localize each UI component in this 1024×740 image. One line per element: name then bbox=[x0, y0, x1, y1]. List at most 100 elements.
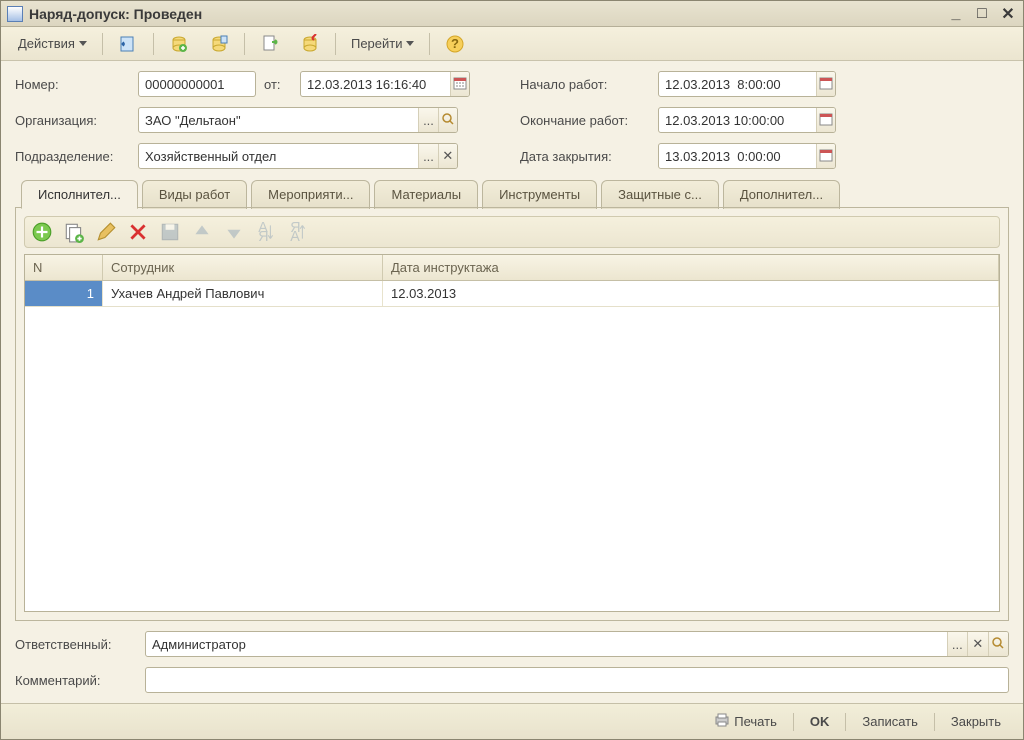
calendar-icon bbox=[819, 148, 833, 165]
org-input[interactable] bbox=[139, 108, 418, 132]
number-label: Номер: bbox=[15, 77, 130, 92]
tab-performers[interactable]: Исполнител... bbox=[21, 180, 138, 209]
tab-events[interactable]: Мероприяти... bbox=[251, 180, 370, 209]
footer: Печать OK Записать Закрыть bbox=[1, 703, 1023, 739]
tab-additional[interactable]: Дополнител... bbox=[723, 180, 840, 209]
calendar-icon bbox=[819, 112, 833, 129]
chevron-down-icon bbox=[406, 41, 414, 46]
tab-instruments[interactable]: Инструменты bbox=[482, 180, 597, 209]
cylinder-green-icon bbox=[169, 34, 189, 54]
select-button[interactable]: ... bbox=[947, 632, 967, 656]
number-field[interactable] bbox=[138, 71, 256, 97]
window: Наряд-допуск: Проведен _ □ ✕ Действия Пе… bbox=[0, 0, 1024, 740]
responsible-input[interactable] bbox=[146, 632, 947, 656]
calendar-button[interactable] bbox=[816, 108, 836, 132]
ok-button[interactable]: OK bbox=[800, 710, 840, 733]
select-button[interactable]: ... bbox=[418, 108, 437, 132]
end-input[interactable] bbox=[659, 108, 816, 132]
dept-input[interactable] bbox=[139, 144, 418, 168]
actions-menu[interactable]: Действия bbox=[9, 31, 96, 57]
move-down-button bbox=[223, 221, 245, 243]
chevron-down-icon bbox=[79, 41, 87, 46]
search-button[interactable] bbox=[988, 632, 1008, 656]
comment-input[interactable] bbox=[146, 668, 1008, 692]
help-icon: ? bbox=[445, 34, 465, 54]
table-row[interactable]: 1 Ухачев Андрей Павлович 12.03.2013 bbox=[25, 281, 999, 307]
start-field[interactable] bbox=[658, 71, 836, 97]
separator bbox=[793, 713, 794, 731]
form-body: Номер: от: Организация: ... bbox=[1, 61, 1023, 703]
responsible-field[interactable]: ... ✕ bbox=[145, 631, 1009, 657]
svg-text:А: А bbox=[290, 229, 300, 243]
refresh-icon bbox=[118, 34, 138, 54]
from-field[interactable] bbox=[300, 71, 470, 97]
select-button[interactable]: ... bbox=[418, 144, 437, 168]
document-icon bbox=[7, 6, 23, 22]
from-input[interactable] bbox=[301, 72, 450, 96]
separator bbox=[335, 33, 336, 55]
save-button[interactable]: Записать bbox=[852, 710, 928, 733]
maximize-button[interactable]: □ bbox=[973, 6, 991, 22]
end-field[interactable] bbox=[658, 107, 836, 133]
start-label: Начало работ: bbox=[520, 77, 650, 92]
add-row-button[interactable] bbox=[31, 221, 53, 243]
close-date-field[interactable] bbox=[658, 143, 836, 169]
save-button bbox=[159, 221, 181, 243]
end-label: Окончание работ: bbox=[520, 113, 650, 128]
main-toolbar: Действия Перейти ? bbox=[1, 27, 1023, 61]
close-button[interactable]: Закрыть bbox=[941, 710, 1011, 733]
move-up-button bbox=[191, 221, 213, 243]
toolbar-btn-3[interactable] bbox=[251, 31, 289, 57]
toolbar-btn-refresh[interactable] bbox=[109, 31, 147, 57]
print-button[interactable]: Печать bbox=[704, 708, 787, 735]
minimize-button[interactable]: _ bbox=[947, 6, 965, 22]
tab-protection[interactable]: Защитные с... bbox=[601, 180, 719, 209]
col-number[interactable]: N bbox=[25, 255, 103, 280]
calendar-button[interactable] bbox=[450, 72, 469, 96]
calendar-button[interactable] bbox=[816, 72, 836, 96]
start-input[interactable] bbox=[659, 72, 816, 96]
copy-row-button[interactable] bbox=[63, 221, 85, 243]
svg-text:Я: Я bbox=[258, 229, 268, 243]
calendar-button[interactable] bbox=[816, 144, 836, 168]
tab-work-types[interactable]: Виды работ bbox=[142, 180, 247, 209]
search-button[interactable] bbox=[438, 108, 457, 132]
titlebar: Наряд-допуск: Проведен _ □ ✕ bbox=[1, 1, 1023, 27]
dept-field[interactable]: ... ✕ bbox=[138, 143, 458, 169]
comment-field[interactable] bbox=[145, 667, 1009, 693]
close-date-input[interactable] bbox=[659, 144, 816, 168]
separator bbox=[429, 33, 430, 55]
col-employee[interactable]: Сотрудник bbox=[103, 255, 383, 280]
number-input[interactable] bbox=[139, 72, 255, 96]
close-date-label: Дата закрытия: bbox=[520, 149, 650, 164]
actions-label: Действия bbox=[18, 36, 75, 51]
goto-menu[interactable]: Перейти bbox=[342, 31, 424, 57]
print-label: Печать bbox=[734, 714, 777, 729]
clear-button[interactable]: ✕ bbox=[967, 632, 987, 656]
org-field[interactable]: ... bbox=[138, 107, 458, 133]
table-toolbar: АЯ Я А bbox=[24, 216, 1000, 248]
sort-asc-button: АЯ bbox=[255, 221, 277, 243]
delete-row-button[interactable] bbox=[127, 221, 149, 243]
separator bbox=[244, 33, 245, 55]
svg-text:?: ? bbox=[452, 36, 460, 51]
tab-content: АЯ Я А N Сотрудник Дата инструктажа 1 Уха… bbox=[15, 208, 1009, 621]
cell-number: 1 bbox=[25, 281, 103, 306]
cell-date: 12.03.2013 bbox=[383, 281, 999, 306]
toolbar-btn-1[interactable] bbox=[160, 31, 198, 57]
tab-materials[interactable]: Материалы bbox=[374, 180, 478, 209]
close-button[interactable]: ✕ bbox=[999, 6, 1017, 22]
separator bbox=[102, 33, 103, 55]
toolbar-btn-2[interactable] bbox=[200, 31, 238, 57]
printer-icon bbox=[714, 712, 730, 731]
from-label: от: bbox=[264, 77, 292, 92]
doc-arrow-icon bbox=[260, 34, 280, 54]
edit-row-button[interactable] bbox=[95, 221, 117, 243]
col-briefing-date[interactable]: Дата инструктажа bbox=[383, 255, 999, 280]
help-button[interactable]: ? bbox=[436, 31, 474, 57]
table-header: N Сотрудник Дата инструктажа bbox=[25, 255, 999, 281]
dept-label: Подразделение: bbox=[15, 149, 130, 164]
toolbar-btn-4[interactable] bbox=[291, 31, 329, 57]
org-label: Организация: bbox=[15, 113, 130, 128]
clear-button[interactable]: ✕ bbox=[438, 144, 457, 168]
